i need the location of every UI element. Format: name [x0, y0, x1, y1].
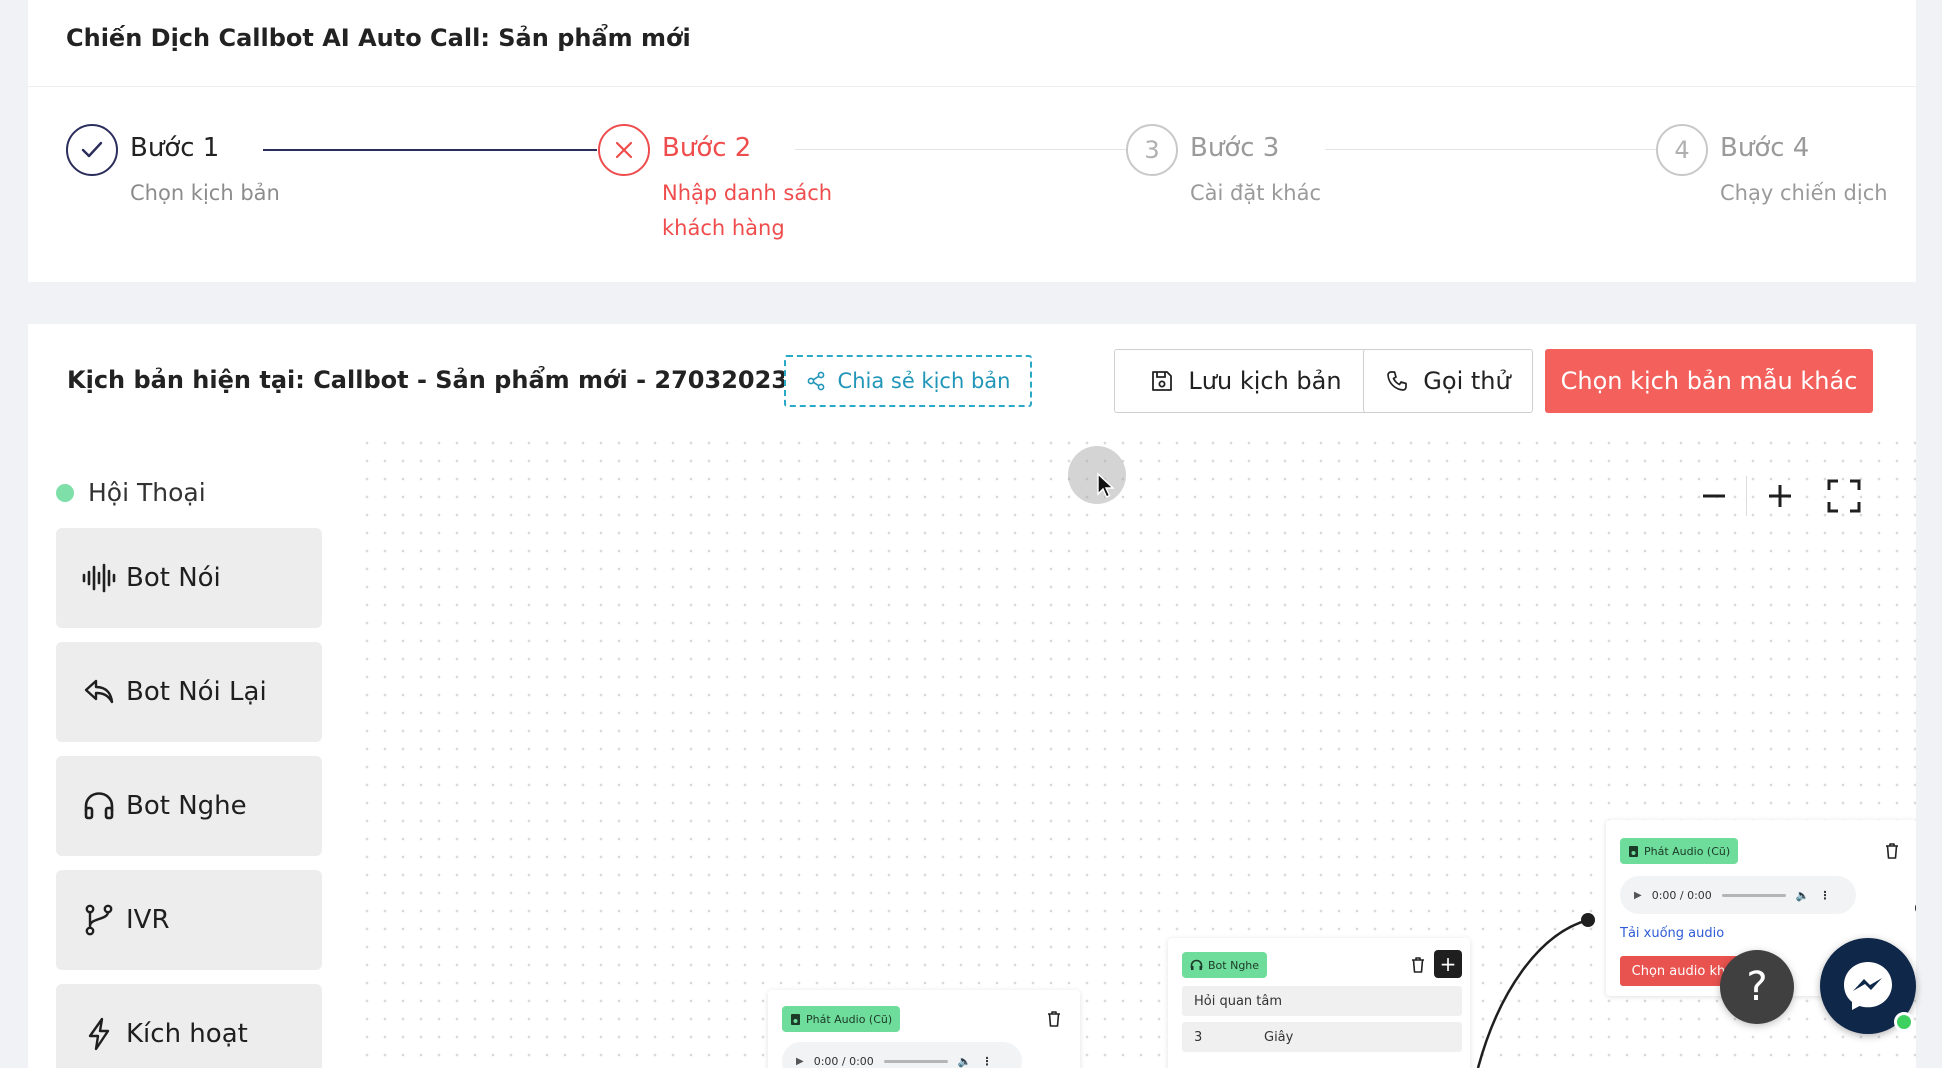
step-title: Bước 4	[1720, 133, 1810, 163]
step-number: 3	[1126, 124, 1178, 176]
timeout-unit: Giây	[1264, 1029, 1294, 1045]
tool-bot-repeat[interactable]: Bot Nói Lại	[56, 642, 322, 742]
output-handle[interactable]	[1914, 900, 1916, 916]
fullscreen-button[interactable]	[1822, 474, 1866, 518]
step-title: Bước 2	[662, 133, 752, 163]
play-icon[interactable]: ▶	[796, 1056, 804, 1067]
step-number: 4	[1656, 124, 1708, 176]
tool-label: IVR	[126, 905, 170, 935]
timeout-field[interactable]: 3 Giây	[1182, 1022, 1462, 1052]
audio-time: 0:00 / 0:00	[813, 1054, 874, 1068]
tool-label: Bot Nghe	[126, 791, 247, 821]
trash-icon[interactable]	[1410, 956, 1426, 974]
step-title: Bước 3	[1190, 133, 1280, 163]
branch-icon	[82, 903, 116, 937]
status-dot	[56, 483, 74, 502]
intent-field[interactable]: Hỏi quan tâm	[1182, 986, 1462, 1016]
play-icon[interactable]: ▶	[1634, 890, 1642, 901]
more-icon[interactable]: ⋮	[1820, 889, 1831, 902]
audio-progress[interactable]	[1721, 893, 1786, 897]
step-description: Chạy chiến dịch	[1720, 181, 1888, 205]
lightning-icon	[82, 1017, 116, 1051]
volume-icon[interactable]: 🔈	[1796, 889, 1810, 902]
headphones-icon	[1190, 959, 1203, 970]
mouse-cursor-icon	[1097, 472, 1115, 498]
script-editor: Kịch bản hiện tại: Callbot - Sản phẩm mớ…	[28, 324, 1916, 1068]
help-button[interactable]: ?	[1720, 950, 1794, 1024]
headphones-icon	[82, 789, 116, 823]
close-icon	[598, 124, 650, 176]
sidebar-header: Hội Thoại	[56, 478, 206, 507]
current-script-label: Kịch bản hiện tại: Callbot - Sản phẩm mớ…	[67, 366, 901, 394]
audio-progress[interactable]	[883, 1059, 948, 1063]
zoom-in-button[interactable]	[1758, 474, 1802, 518]
audio-player[interactable]: ▶ 0:00 / 0:00 🔈 ⋮	[1620, 876, 1856, 914]
tool-bot-speak[interactable]: Bot Nói	[56, 528, 322, 628]
share-icon	[807, 371, 824, 391]
plus-icon	[1769, 485, 1791, 507]
step-title: Bước 1	[130, 133, 220, 163]
more-icon[interactable]: ⋮	[982, 1055, 993, 1068]
share-script-label: Chia sẻ kịch bản	[837, 369, 1011, 393]
minus-icon	[1703, 494, 1725, 498]
waveform-icon	[82, 561, 116, 595]
tool-ivr[interactable]: IVR	[56, 870, 322, 970]
step-description: Cài đặt khác	[1190, 181, 1322, 205]
tool-bot-listen[interactable]: Bot Nghe	[56, 756, 322, 856]
tool-label: Bot Nói	[126, 563, 221, 593]
sidebar-title: Hội Thoại	[88, 478, 206, 507]
flow-canvas[interactable]: Phát Audio (Cũ) ▶ 0:00 / 0:00 🔈 ⋮ Tải xu…	[358, 434, 1916, 1068]
step-connector	[1325, 149, 1659, 150]
listen-node[interactable]: Bot Nghe + Hỏi quan tâm 3 Giây	[1168, 938, 1470, 1068]
trash-icon[interactable]	[1046, 1010, 1062, 1028]
audio-time: 0:00 / 0:00	[1651, 888, 1712, 902]
test-call-button[interactable]: Gọi thử	[1363, 349, 1533, 413]
audio-node-bottom[interactable]: Phát Audio (Cũ) ▶ 0:00 / 0:00 🔈 ⋮	[768, 990, 1080, 1068]
tool-trigger[interactable]: Kích hoạt	[56, 984, 322, 1068]
audio-file-icon	[1629, 845, 1638, 857]
page-title: Chiến Dịch Callbot AI Auto Call: Sản phẩ…	[66, 24, 691, 52]
tool-label: Kích hoạt	[126, 1019, 248, 1049]
step-connector	[263, 149, 597, 151]
node-type-tag: Phát Audio (Cũ)	[1620, 838, 1739, 864]
choose-template-button[interactable]: Chọn kịch bản mẫu khác	[1545, 349, 1873, 413]
save-icon	[1152, 371, 1173, 391]
audio-file-icon	[791, 1013, 800, 1025]
zoom-out-button[interactable]	[1692, 474, 1736, 518]
zoom-divider	[1746, 476, 1747, 516]
header-divider	[28, 86, 1916, 87]
node-type-tag: Bot Nghe	[1182, 952, 1268, 978]
campaign-header: Chiến Dịch Callbot AI Auto Call: Sản phẩ…	[28, 0, 1916, 282]
step-description: Chọn kịch bản	[130, 181, 280, 205]
node-type-tag: Phát Audio (Cũ)	[782, 1006, 901, 1032]
tool-label: Bot Nói Lại	[126, 677, 267, 707]
download-audio-link[interactable]: Tải xuống audio	[1620, 926, 1724, 941]
online-status-dot	[1894, 1012, 1914, 1032]
phone-icon	[1387, 371, 1408, 391]
step-description: Nhập danh sách khách hàng	[662, 181, 833, 240]
volume-icon[interactable]: 🔈	[958, 1055, 972, 1068]
step-connector	[795, 149, 1129, 150]
save-script-label: Lưu kịch bản	[1188, 367, 1342, 395]
messenger-icon	[1844, 962, 1892, 1010]
reply-icon	[82, 675, 116, 709]
fullscreen-icon	[1827, 479, 1861, 513]
trash-icon[interactable]	[1884, 842, 1900, 860]
add-button[interactable]: +	[1434, 950, 1462, 978]
share-script-button[interactable]: Chia sẻ kịch bản	[784, 355, 1032, 407]
check-icon	[66, 124, 118, 176]
timeout-value: 3	[1194, 1029, 1203, 1045]
audio-player[interactable]: ▶ 0:00 / 0:00 🔈 ⋮	[782, 1042, 1022, 1068]
test-call-label: Gọi thử	[1423, 367, 1511, 395]
save-script-button[interactable]: Lưu kịch bản	[1114, 349, 1378, 413]
